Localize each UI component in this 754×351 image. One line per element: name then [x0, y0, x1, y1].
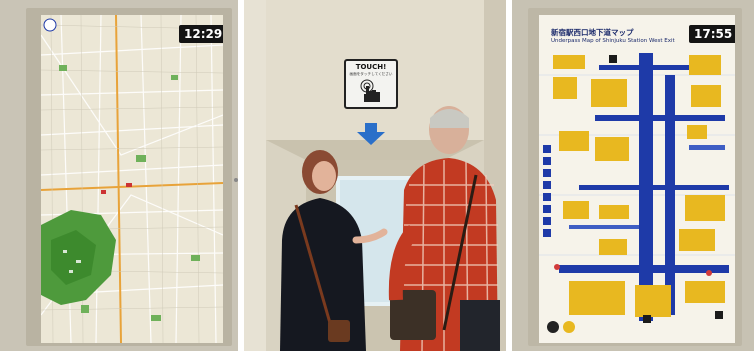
left-map-screen[interactable]: 12:29 — [41, 15, 223, 343]
map-title-japanese: 新宿駅西口地下道マップ — [551, 28, 634, 37]
right-photo-panel: 新宿駅西口地下道マップ Underpass Map of Shinjuku St… — [512, 0, 754, 351]
map-title-english: Underpass Map of Shinjuku Station West E… — [551, 38, 675, 44]
right-map-screen[interactable]: 新宿駅西口地下道マップ Underpass Map of Shinjuku St… — [539, 15, 735, 343]
center-photo-panel: TOUCH! 画面をタッチしてください — [244, 0, 506, 351]
people-silhouettes — [280, 106, 500, 351]
underpass-map — [539, 15, 735, 343]
city-street-map — [41, 15, 223, 343]
right-clock: 17:55 — [689, 25, 735, 43]
left-clock: 12:29 — [179, 25, 223, 43]
left-photo-panel: 12:29 — [0, 0, 238, 351]
kiosk-sensor — [234, 178, 238, 182]
